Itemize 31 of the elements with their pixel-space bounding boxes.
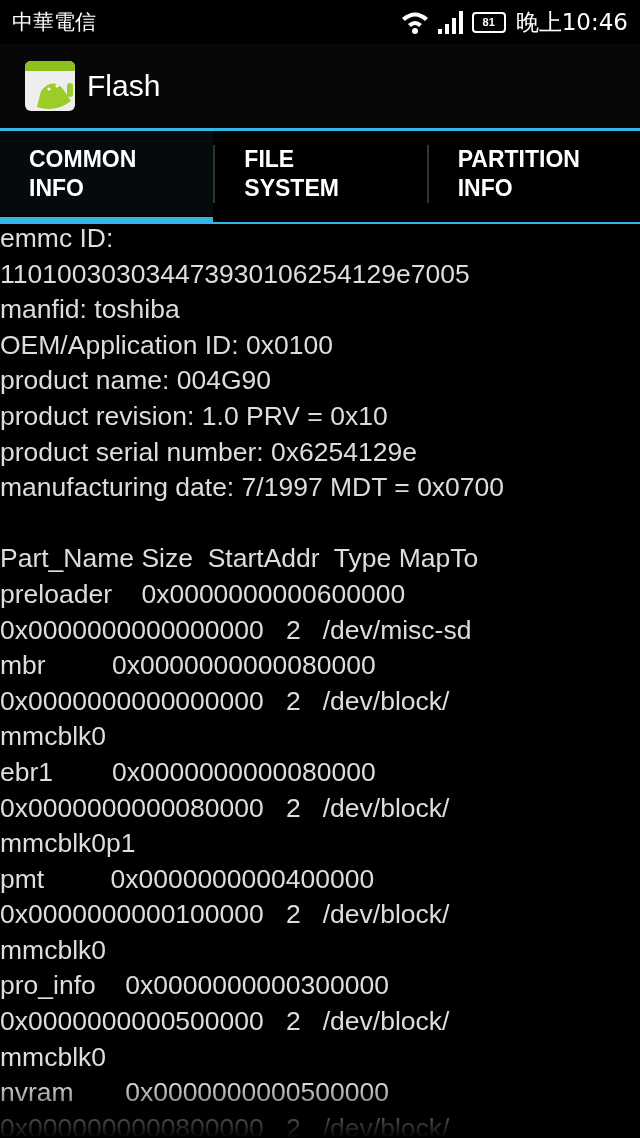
info-line: product name: 004G90 — [0, 364, 272, 398]
signal-icon — [437, 10, 464, 34]
app-title: Flash — [87, 69, 161, 103]
partition-line: 0x0000000000100000 2 /dev/block/ — [0, 898, 450, 932]
partition-line: 0x0000000000000000 2 /dev/misc-sd — [0, 613, 472, 647]
partition-line: 0x0000000000080000 2 /dev/block/ — [0, 791, 450, 825]
partition-line: 0x0000000000500000 2 /dev/block/ — [0, 1005, 450, 1039]
partition-line: pro_info 0x0000000000300000 — [0, 969, 389, 1003]
partition-line: 0x0000000000800000 2 /dev/block/ — [0, 1111, 450, 1138]
battery-level: 81 — [471, 11, 506, 33]
info-line: product revision: 1.0 PRV = 0x10 — [0, 399, 388, 433]
info-line: 110100303034473930106254129e7005 — [0, 257, 470, 291]
info-line: OEM/Application ID: 0x0100 — [0, 328, 333, 362]
partition-line: pmt 0x0000000000400000 — [0, 862, 375, 896]
partition-line: 0x0000000000000000 2 /dev/block/ — [0, 684, 450, 718]
carrier-name: 中華電信 — [12, 9, 96, 36]
partition-line: mbr 0x0000000000080000 — [0, 649, 376, 683]
partition-line: nvram 0x0000000000500000 — [0, 1076, 389, 1110]
partition-line: preloader 0x0000000000600000 — [0, 577, 406, 611]
partition-line: ebr1 0x0000000000080000 — [0, 755, 376, 789]
partition-line: mmcblk0p1 — [0, 827, 136, 861]
info-line: manufacturing date: 7/1997 MDT = 0x0700 — [0, 471, 505, 505]
partition-line: mmcblk0 — [0, 933, 106, 967]
info-line: emmc ID: — [0, 222, 114, 255]
app-icon — [25, 61, 75, 111]
partition-line: mmcblk0 — [0, 1040, 106, 1074]
clock-time: 晚上10:46 — [515, 7, 628, 37]
partition-line: Part_Name Size StartAddr Type MapTo — [0, 542, 479, 576]
info-line: manfid: toshiba — [0, 293, 180, 327]
partition-line: mmcblk0 — [0, 720, 106, 754]
info-line: product serial number: 0x6254129e — [0, 435, 417, 469]
